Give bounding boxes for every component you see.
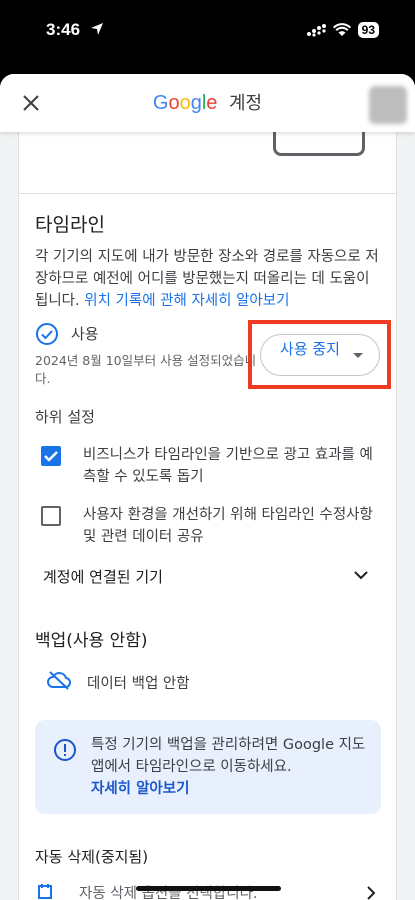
cloud-off-icon [47,671,71,690]
battery-indicator: 93 [357,22,379,38]
pause-dropdown-button[interactable]: 사용 중지 [260,334,380,376]
home-indicator[interactable] [136,886,281,891]
calendar-delete-icon [38,884,52,899]
wifi-icon [332,23,351,36]
account-sheet: 타임라인 각 기기의 지도에 내가 방문한 장소와 경로를 자동으로 저장하므로… [0,74,415,900]
backup-info-text: 특정 기기의 백업을 관리하려면 Google 지도 앱에서 타임라인으로 이동… [91,737,366,797]
google-logo: Google [153,92,223,114]
google-logo-letter: o [179,92,191,114]
device-illustration [273,130,365,156]
checkmark-icon [44,451,58,462]
avatar[interactable] [369,86,407,124]
backup-title: 백업(사용 안함) [35,631,148,651]
pause-button-highlight: 사용 중지 [248,320,391,389]
header-title: Google 계정 [0,89,415,115]
status-label: 사용 [71,325,99,343]
info-icon [54,739,76,761]
chevron-right-icon [367,886,376,900]
backup-info-box: 특정 기기의 백업을 관리하려면 Google 지도 앱에서 타임라인으로 이동… [35,720,381,814]
google-logo-letter: o [168,92,180,114]
linked-devices-row[interactable]: 계정에 연결된 기기 [19,558,398,594]
sub-settings-title: 하위 설정 [35,408,95,426]
timeline-title: 타임라인 [35,214,105,236]
chevron-down-icon [354,571,368,580]
dropdown-arrow-icon [353,353,363,358]
backup-status: 데이터 백업 안함 [87,676,190,692]
linked-devices-label: 계정에 연결된 기기 [43,568,163,586]
ads-prediction-checkbox[interactable] [41,446,61,466]
share-edits-checkbox[interactable] [41,506,61,526]
ads-prediction-label: 비즈니스가 타임라인을 기반으로 광고 효과를 예측할 수 있도록 돕기 [83,447,373,485]
google-logo-letter: G [152,92,169,114]
check-circle-icon [36,323,58,345]
location-history-learn-more-link[interactable]: 위치 기록에 관해 자세히 알아보기 [84,293,289,309]
account-label: 계정 [228,93,263,113]
enabled-since-text: 2024년 8월 10일부터 사용 설정되었습니다. [35,353,257,386]
share-edits-label: 사용자 환경을 개선하기 위해 타임라인 수정사항 및 관련 데이터 공유 [83,507,373,545]
auto-delete-option-text[interactable]: 자동 삭제 옵션을 선택합니다. [79,882,258,900]
location-arrow-icon [91,23,103,35]
divider [19,193,396,194]
signal-icon [306,24,326,37]
google-logo-letter: g [190,92,202,114]
backup-learn-more-link[interactable]: 자세히 알아보기 [91,781,189,797]
timeline-description: 각 기기의 지도에 내가 방문한 장소와 경로를 자동으로 저장하므로 예전에 … [35,249,379,309]
status-bar: 3:46 93 [0,0,415,62]
sheet-header: Google 계정 [0,74,415,132]
status-time: 3:46 [46,20,81,39]
timeline-card: 타임라인 각 기기의 지도에 내가 방문한 장소와 경로를 자동으로 저장하므로… [18,74,397,900]
auto-delete-title: 자동 삭제(중지됨) [35,848,149,866]
status-icons: 93 [306,22,379,38]
pause-button-label: 사용 중지 [280,340,340,358]
google-logo-letter: e [206,92,218,114]
